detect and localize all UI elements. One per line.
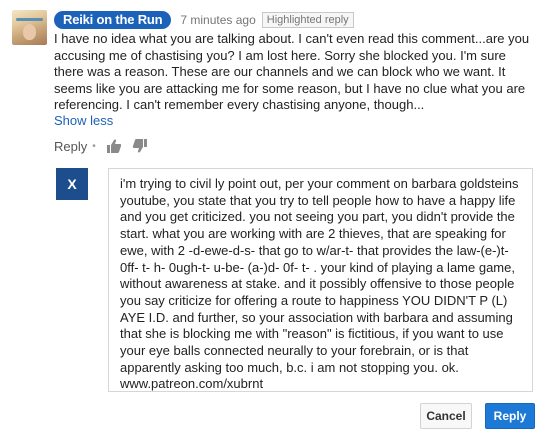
- commenter-avatar[interactable]: [12, 10, 47, 45]
- cancel-button[interactable]: Cancel: [420, 403, 472, 429]
- comment-text: I have no idea what you are talking abou…: [54, 31, 530, 113]
- thumbs-down-icon[interactable]: [132, 138, 148, 154]
- show-less-link[interactable]: Show less: [54, 113, 113, 128]
- reply-link[interactable]: Reply: [54, 139, 87, 154]
- comment-header: Reiki on the Run 7 minutes ago Highlight…: [54, 11, 354, 29]
- thumbs-up-icon[interactable]: [106, 138, 122, 154]
- highlighted-reply-badge: Highlighted reply: [261, 12, 354, 28]
- reply-avatar: X: [56, 168, 88, 200]
- author-badge[interactable]: Reiki on the Run: [54, 11, 172, 29]
- reply-textarea[interactable]: i'm trying to civil ly point out, per yo…: [108, 168, 533, 392]
- separator-dot: •: [92, 140, 96, 152]
- comment-timestamp[interactable]: 7 minutes ago: [180, 13, 255, 27]
- reply-button[interactable]: Reply: [485, 403, 535, 429]
- comment-actions: Reply •: [54, 138, 154, 154]
